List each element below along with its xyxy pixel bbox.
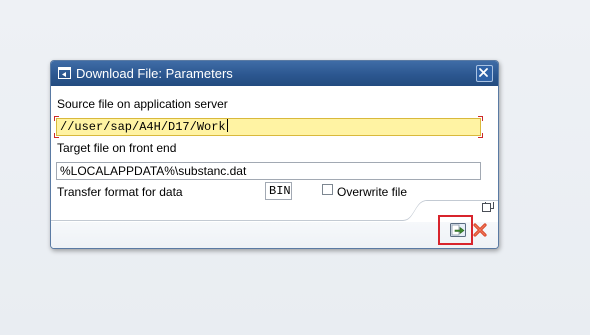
continue-icon	[450, 223, 466, 237]
focus-corner-br	[478, 133, 483, 138]
close-button[interactable]	[476, 65, 493, 82]
overwrite-file-checkbox[interactable]	[322, 184, 333, 195]
source-file-label: Source file on application server	[57, 97, 228, 111]
cancel-icon	[473, 223, 487, 237]
transfer-format-label: Transfer format for data	[57, 185, 183, 199]
text-cursor	[226, 119, 228, 132]
target-file-label: Target file on front end	[57, 141, 177, 155]
transfer-format-value: BIN	[269, 184, 291, 198]
dialog-body: Source file on application server //user…	[51, 86, 498, 248]
desktop-background: Download File: Parameters Source file on…	[0, 0, 590, 335]
focus-corner-tr	[478, 116, 483, 121]
overwrite-file-label: Overwrite file	[337, 185, 408, 199]
close-icon	[479, 68, 488, 77]
dialog-window-icon	[58, 67, 71, 79]
dialog-title: Download File: Parameters	[76, 66, 233, 81]
target-file-input[interactable]: %LOCALAPPDATA%\substanc.dat	[56, 162, 481, 180]
target-file-value: %LOCALAPPDATA%\substanc.dat	[60, 164, 247, 178]
footer-area	[51, 222, 498, 248]
dialog-titlebar[interactable]: Download File: Parameters	[51, 61, 498, 86]
download-file-dialog: Download File: Parameters Source file on…	[50, 60, 499, 249]
cancel-button[interactable]	[471, 221, 489, 239]
source-file-value: //user/sap/A4H/D17/Work	[60, 120, 226, 134]
source-file-input[interactable]: //user/sap/A4H/D17/Work	[56, 118, 481, 136]
focus-corner-bl	[54, 133, 59, 138]
continue-button[interactable]	[449, 221, 467, 239]
focus-corner-tl	[54, 116, 59, 121]
